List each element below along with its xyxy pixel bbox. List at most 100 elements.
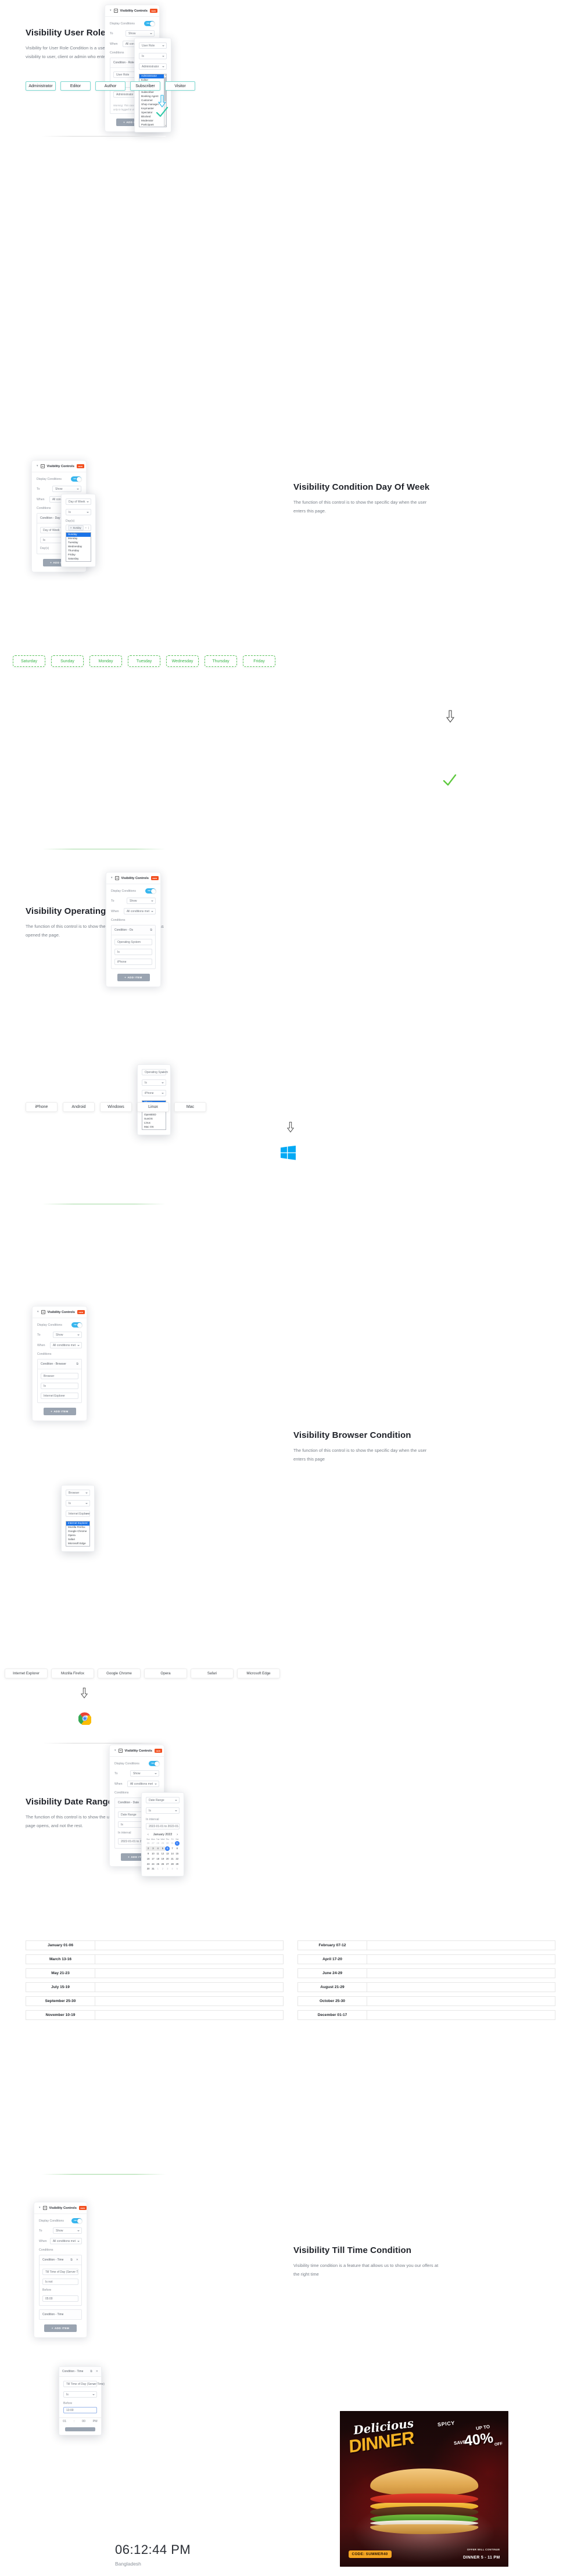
calendar-day[interactable]: 14: [170, 1852, 174, 1856]
popup-value-select[interactable]: iPhone: [142, 1090, 166, 1096]
scroll-down-icon[interactable]: ▾: [165, 125, 166, 127]
duplicate-icon[interactable]: ⧉: [150, 928, 152, 932]
add-item-button[interactable]: + ADD ITEM: [117, 974, 150, 981]
calendar-day[interactable]: 6: [165, 1846, 170, 1851]
popup-operator-select[interactable]: Is: [66, 509, 91, 515]
promo-code-badge[interactable]: CODE: SUMMER40: [348, 2550, 392, 2559]
chevron-down-icon[interactable]: ▾: [37, 465, 38, 468]
condition-type-field[interactable]: Till Time of Day (Server Time): [42, 2269, 78, 2275]
condition-type-field[interactable]: Browser: [41, 1373, 78, 1379]
calendar-day[interactable]: 31: [170, 1841, 174, 1846]
calendar-day[interactable]: 1: [174, 1841, 180, 1846]
option-item[interactable]: Saturday: [66, 557, 91, 561]
when-select[interactable]: All conditions met: [49, 2238, 82, 2244]
panel-header[interactable]: ▾ Visibility Controls NEW: [34, 2202, 87, 2214]
calendar-day[interactable]: 11: [156, 1852, 160, 1856]
pill-administrator[interactable]: Administrator: [26, 81, 56, 91]
calendar-day[interactable]: 9: [146, 1852, 150, 1856]
popup-type-select[interactable]: Day of Week: [66, 498, 91, 505]
chevron-left-icon[interactable]: ‹: [148, 1833, 149, 1836]
pill-visitor[interactable]: Visitor: [165, 81, 195, 91]
panel-header[interactable]: ▾ Visibility Controls NEW: [106, 873, 160, 884]
chevron-down-icon[interactable]: ▾: [111, 877, 113, 880]
calendar-day[interactable]: 28: [170, 1861, 174, 1866]
days-token-field[interactable]: × Sunday + |: [66, 525, 91, 531]
popup-operator-select[interactable]: Is: [139, 53, 167, 59]
pill-microsoft-edge[interactable]: Microsoft Edge: [237, 1669, 280, 1678]
pill-google-chrome[interactable]: Google Chrome: [98, 1669, 141, 1678]
add-item-button[interactable]: + ADD ITEM: [44, 2324, 77, 2332]
condition-type-field[interactable]: Operating System: [114, 939, 152, 945]
browser-option-list[interactable]: Internet Explorer Mozilla Firefox Google C…: [66, 1521, 90, 1547]
option-item[interactable]: SunOS: [142, 1117, 166, 1121]
time-confirm-button[interactable]: [65, 2427, 95, 2431]
promo-banner[interactable]: Delicious SPICY DINNER UP TO SAVE 40% OF…: [340, 2411, 508, 2567]
popup-operator-select[interactable]: Is: [142, 1079, 166, 1086]
panel-header[interactable]: ▾ Visibility Controls NEW: [105, 5, 159, 17]
calendar-day[interactable]: 31: [150, 1867, 155, 1871]
display-conditions-toggle[interactable]: YES: [71, 1322, 82, 1328]
chevron-down-icon[interactable]: ▾: [37, 1311, 39, 1314]
to-select[interactable]: Show: [127, 898, 156, 904]
popup-type-select[interactable]: Date Range: [146, 1797, 180, 1803]
panel-header[interactable]: ▾ Visibility Controls NEW: [33, 1307, 87, 1318]
time-picker[interactable]: 01 : 00 PM: [59, 2417, 101, 2425]
calendar-day[interactable]: 5: [160, 1846, 166, 1851]
popup-operator-select[interactable]: Is: [146, 1807, 180, 1814]
option-item[interactable]: OpenBSD: [142, 1113, 166, 1117]
calendar-day[interactable]: 19: [160, 1856, 165, 1861]
option-item[interactable]: Linux: [142, 1121, 166, 1125]
calendar-day[interactable]: 4: [155, 1846, 160, 1851]
option-item[interactable]: Thursday: [66, 549, 91, 553]
to-select[interactable]: Show: [53, 2227, 82, 2234]
calendar-day[interactable]: 24: [150, 1861, 155, 1866]
panel-header[interactable]: ▾ Visibility Controls NEW: [32, 461, 86, 472]
option-item[interactable]: Safari: [66, 1538, 89, 1542]
calendar-day[interactable]: 30: [165, 1841, 170, 1846]
pill-monday[interactable]: Monday: [89, 655, 122, 667]
calendar-day[interactable]: 12: [160, 1852, 165, 1856]
to-select[interactable]: Show: [52, 486, 81, 492]
calendar-day[interactable]: 26: [146, 1841, 150, 1846]
day-chip[interactable]: × Sunday: [68, 525, 84, 530]
option-item[interactable]: Mac OS: [142, 1125, 166, 1129]
pill-mozilla-firefox[interactable]: Mozilla Firefox: [51, 1669, 94, 1678]
calendar-day[interactable]: 27: [150, 1841, 155, 1846]
display-conditions-toggle[interactable]: YES: [71, 476, 81, 482]
pill-editor[interactable]: Editor: [60, 81, 91, 91]
option-item[interactable]: Sunday: [66, 533, 91, 537]
option-item[interactable]: Participant: [139, 123, 166, 127]
pill-saturday[interactable]: Saturday: [13, 655, 45, 667]
calendar-day[interactable]: 10: [150, 1852, 155, 1856]
calendar-day-grid[interactable]: 26 27 28 29 30 31 1 2 3 4 5 6 7 8 9 10 11 12 13 14 15 16 17 18 1…: [146, 1841, 180, 1871]
option-item[interactable]: Friday: [66, 553, 91, 557]
pill-wednesday[interactable]: Wednesday: [166, 655, 199, 667]
pill-windows[interactable]: Windows: [100, 1102, 132, 1112]
calendar-day[interactable]: 28: [156, 1841, 160, 1846]
calendar-day[interactable]: 21: [170, 1856, 174, 1861]
pill-sunday[interactable]: Sunday: [51, 655, 84, 667]
calendar-day[interactable]: 25: [156, 1861, 160, 1866]
popup-operator-select[interactable]: Is: [66, 1500, 90, 1506]
option-container[interactable]: Internet Explorer Mozilla Firefox Google C…: [66, 1522, 89, 1546]
popup-type-select[interactable]: Browser: [66, 1490, 90, 1496]
scroll-up-icon[interactable]: ▴: [165, 74, 166, 76]
pill-opera[interactable]: Opera: [144, 1669, 187, 1678]
pill-iphone[interactable]: iPhone: [26, 1102, 58, 1112]
calendar-day[interactable]: 8: [175, 1846, 180, 1851]
duplicate-icon[interactable]: ⧉: [76, 1362, 78, 1366]
time-hour[interactable]: 01: [63, 2420, 66, 2423]
popup-type-select[interactable]: Till Time of Day (Server Time): [63, 2381, 105, 2387]
when-select[interactable]: All conditions met: [49, 1342, 82, 1348]
calendar-day[interactable]: 18: [156, 1856, 160, 1861]
pill-friday[interactable]: Friday: [243, 655, 275, 667]
chevron-down-icon[interactable]: ▾: [110, 9, 112, 12]
close-icon[interactable]: ×: [70, 526, 71, 529]
chevron-down-icon[interactable]: ▾: [114, 1749, 116, 1752]
calendar-day[interactable]: 30: [146, 1867, 150, 1871]
calendar-day[interactable]: 20: [165, 1856, 170, 1861]
calendar-day[interactable]: 23: [146, 1861, 150, 1866]
calendar-day[interactable]: 15: [175, 1852, 180, 1856]
option-item[interactable]: Opera: [66, 1534, 89, 1538]
when-select[interactable]: All conditions met: [127, 1781, 159, 1787]
